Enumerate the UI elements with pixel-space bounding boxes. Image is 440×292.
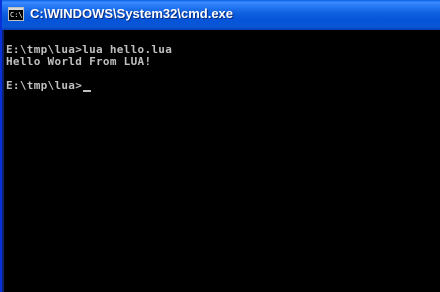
window-title: C:\WINDOWS\System32\cmd.exe: [30, 6, 234, 21]
console-output[interactable]: E:\tmp\lua>lua hello.lua Hello World Fro…: [4, 30, 440, 292]
console-prompt: E:\tmp\lua>: [6, 79, 83, 92]
text-cursor: [83, 90, 92, 92]
title-bar[interactable]: C:\ C:\WINDOWS\System32\cmd.exe: [2, 0, 440, 30]
cmd-window: C:\ C:\WINDOWS\System32\cmd.exe E:\tmp\l…: [0, 0, 440, 292]
cmd-icon-glyph: C:\: [10, 11, 23, 19]
cmd-icon[interactable]: C:\: [8, 7, 24, 21]
console-prompt-line: E:\tmp\lua>: [6, 79, 92, 92]
console-line: Hello World From LUA!: [6, 55, 152, 68]
